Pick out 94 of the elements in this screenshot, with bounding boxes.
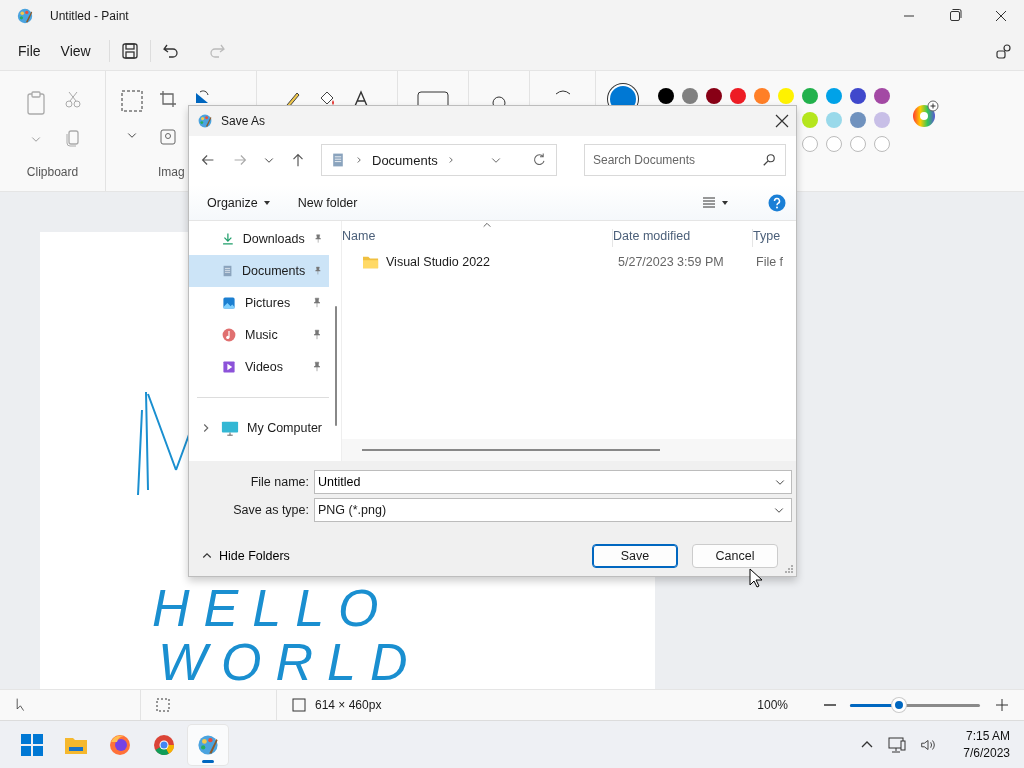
nav-item[interactable]: Downloads [189, 223, 329, 256]
group-label: Imag [158, 165, 185, 181]
file-name-field[interactable]: Untitled [314, 470, 792, 495]
nav-label: Documents [242, 264, 306, 279]
color-swatch[interactable] [754, 88, 770, 104]
file-type-dropdown[interactable]: PNG (*.png) [314, 497, 792, 522]
breadcrumb-item[interactable]: Documents [372, 152, 438, 168]
taskbar-app[interactable] [188, 724, 228, 765]
color-swatch[interactable] [778, 88, 794, 104]
nav-label: Pictures [245, 296, 292, 311]
empty-color-slot[interactable] [874, 136, 890, 152]
file-name[interactable]: Visual Studio 2022 [386, 255, 491, 270]
hide-folders-button[interactable]: Hide Folders [201, 549, 290, 564]
color-swatch[interactable] [874, 112, 890, 128]
nav-item[interactable]: Documents [189, 255, 329, 288]
canvas-size-icon [291, 697, 307, 713]
nav-item[interactable]: Music [189, 319, 329, 352]
canvas-text: WORLD [158, 636, 422, 688]
color-wheel-icon[interactable] [912, 100, 940, 128]
clock-time: 7:15 AM [965, 727, 1010, 745]
zoom-level: 100% [757, 698, 788, 712]
group-label: Clipboard [26, 165, 79, 181]
empty-color-slot[interactable] [802, 136, 818, 152]
save-icon [119, 41, 140, 61]
cut-icon [62, 89, 83, 109]
paint-app-icon [197, 112, 213, 129]
curve-icon [554, 89, 571, 95]
crop-icon [158, 89, 178, 109]
color-swatch[interactable] [850, 112, 866, 128]
resize-grip-icon [784, 564, 794, 574]
file-type: File f [755, 255, 784, 270]
nav-label: Music [245, 328, 279, 343]
tree-item[interactable]: My Computer [189, 412, 337, 445]
color-swatch[interactable] [730, 88, 746, 104]
canvas-text: HELLO [152, 582, 393, 634]
help-icon [768, 193, 786, 212]
music-icon [221, 327, 237, 344]
column-header[interactable]: Name [342, 229, 612, 248]
field-label: File name: [249, 475, 309, 490]
zoom-slider[interactable] [850, 698, 980, 712]
window-title: Untitled - Paint [50, 9, 130, 23]
folder-icon [362, 254, 380, 271]
pictures-icon [221, 295, 237, 312]
color-swatch[interactable] [826, 112, 842, 128]
color-swatch[interactable] [802, 88, 818, 104]
network-icon [887, 734, 908, 755]
canvas-size: 614 × 460px [315, 698, 382, 712]
image-select-icon [158, 127, 178, 147]
sort-caret-icon [482, 221, 492, 230]
empty-color-slot[interactable] [826, 136, 842, 152]
windows-logo-icon [20, 732, 44, 757]
browser-ball-icon [152, 732, 176, 757]
slider-thumb[interactable] [892, 698, 907, 712]
clock-date: 7/6/2023 [963, 744, 1010, 762]
selection-icon [120, 89, 144, 113]
nav-item[interactable]: Pictures [189, 287, 329, 320]
color-swatch[interactable] [802, 112, 818, 128]
color-swatch[interactable] [658, 88, 674, 104]
document-icon [330, 152, 346, 169]
search-field[interactable]: Search Documents [584, 144, 786, 177]
color-swatch[interactable] [874, 88, 890, 104]
monitor-icon [221, 419, 239, 438]
menu-item[interactable]: File [10, 37, 49, 65]
search-icon [762, 153, 776, 168]
organize-button[interactable]: Organize [199, 191, 280, 214]
paint-app-icon [16, 7, 34, 25]
fox-globe-icon [108, 732, 132, 757]
cancel-button[interactable]: Cancel [692, 544, 778, 569]
file-date: 5/27/2023 3:59 PM [617, 255, 725, 270]
nav-label: Downloads [242, 232, 305, 247]
close-button[interactable] [774, 112, 790, 129]
address-bar[interactable]: Documents [321, 144, 557, 177]
column-header[interactable]: Date modified [612, 229, 752, 248]
zoom-in-icon [994, 697, 1010, 713]
nav-item[interactable]: Videos [189, 351, 329, 384]
color-swatch[interactable] [706, 88, 722, 104]
color-swatch[interactable] [682, 88, 698, 104]
menu-item[interactable]: View [52, 37, 99, 65]
dialog-title: Save As [221, 113, 266, 128]
nav-label: Videos [245, 360, 284, 375]
color-swatch[interactable] [826, 88, 842, 104]
field-label: Save as type: [232, 502, 309, 517]
new-folder-button[interactable]: New folder [289, 191, 366, 214]
videos-icon [221, 359, 237, 376]
palette-icon [196, 732, 220, 757]
selection-size-icon [155, 697, 171, 713]
color-swatch[interactable] [850, 88, 866, 104]
mouse-pointer-icon [749, 568, 763, 588]
people-icon [994, 41, 1014, 61]
tree-label: My Computer [247, 421, 324, 436]
column-header[interactable]: Type [752, 229, 781, 248]
save-button[interactable]: Save [592, 544, 678, 569]
empty-color-slot[interactable] [850, 136, 866, 152]
scrollbar[interactable] [362, 449, 660, 452]
